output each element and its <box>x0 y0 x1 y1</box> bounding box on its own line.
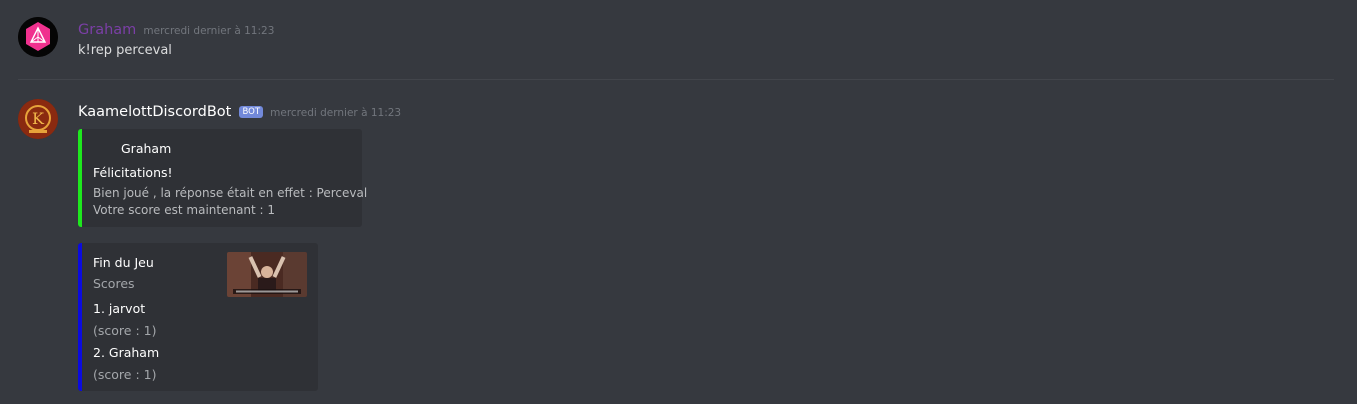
embed-field-name: 1. jarvot <box>93 301 146 316</box>
embed-title: Félicitations! <box>93 165 173 180</box>
embed-title: Fin du Jeu <box>93 255 154 270</box>
embed-scores: Fin du Jeu Scores 1. jarvot (score : 1) … <box>78 243 318 391</box>
bot-avatar[interactable]: K <box>18 99 58 139</box>
message-divider <box>18 79 1334 80</box>
username[interactable]: KaamelottDiscordBot <box>78 104 231 120</box>
embed-thumbnail[interactable] <box>227 252 307 297</box>
svg-text:K: K <box>32 109 45 128</box>
perceval-gif-thumbnail-icon <box>227 252 307 297</box>
embed-field-value: (score : 1) <box>93 323 157 338</box>
timestamp: mercredi dernier à 11:23 <box>270 107 402 119</box>
embed-author: Graham <box>121 141 172 156</box>
user-avatar[interactable] <box>18 17 58 57</box>
username[interactable]: Graham <box>78 22 136 38</box>
message-header: Graham mercredi dernier à 11:23 <box>78 19 274 38</box>
embed-color-bar <box>78 243 82 391</box>
bot-tag: BOT <box>239 106 264 118</box>
message-header: KaamelottDiscordBot BOT mercredi dernier… <box>78 101 401 120</box>
embed-color-bar <box>78 129 82 227</box>
embed-subtitle: Scores <box>93 276 135 291</box>
embed-field-value: (score : 1) <box>93 367 157 382</box>
embed-description-line: Bien joué , la réponse était en effet : … <box>93 186 368 200</box>
kaamelott-logo-avatar-icon: K <box>18 99 58 139</box>
timestamp: mercredi dernier à 11:23 <box>143 25 275 37</box>
embed-description-line: Votre score est maintenant : 1 <box>93 203 276 217</box>
pink-polyhedron-avatar-icon <box>18 17 58 57</box>
chat-log: Graham mercredi dernier à 11:23 k!rep pe… <box>0 0 1357 404</box>
message-text: k!rep perceval <box>78 43 172 58</box>
embed-success: Graham Félicitations! Bien joué , la rép… <box>78 129 367 227</box>
embed-field-name: 2. Graham <box>93 345 160 360</box>
